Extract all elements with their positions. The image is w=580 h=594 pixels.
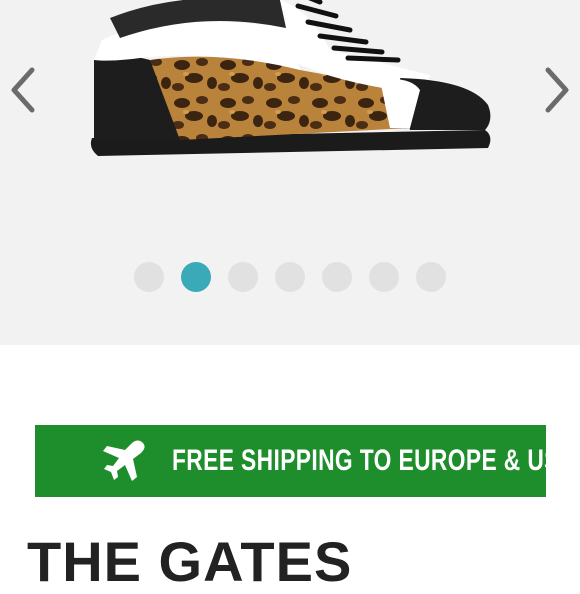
product-title: THE GATES (27, 530, 353, 593)
product-gallery (0, 0, 580, 345)
chevron-right-icon (545, 67, 569, 113)
pagination-dot-6[interactable] (369, 262, 399, 292)
pagination-dot-7[interactable] (416, 262, 446, 292)
product-image[interactable] (80, 0, 500, 180)
pagination-dot-3[interactable] (228, 262, 258, 292)
pagination-dot-2[interactable] (181, 262, 211, 292)
pagination-dot-5[interactable] (322, 262, 352, 292)
gallery-pagination (0, 262, 580, 292)
free-shipping-banner: FREE SHIPPING TO EUROPE & US (35, 425, 559, 497)
previous-image-button[interactable] (2, 62, 42, 118)
airplane-icon (103, 440, 145, 481)
chevron-left-icon (11, 67, 35, 113)
pagination-dot-4[interactable] (275, 262, 305, 292)
free-shipping-text: FREE SHIPPING TO EUROPE & US (172, 444, 560, 477)
pagination-dot-1[interactable] (134, 262, 164, 292)
next-image-button[interactable] (538, 62, 578, 118)
